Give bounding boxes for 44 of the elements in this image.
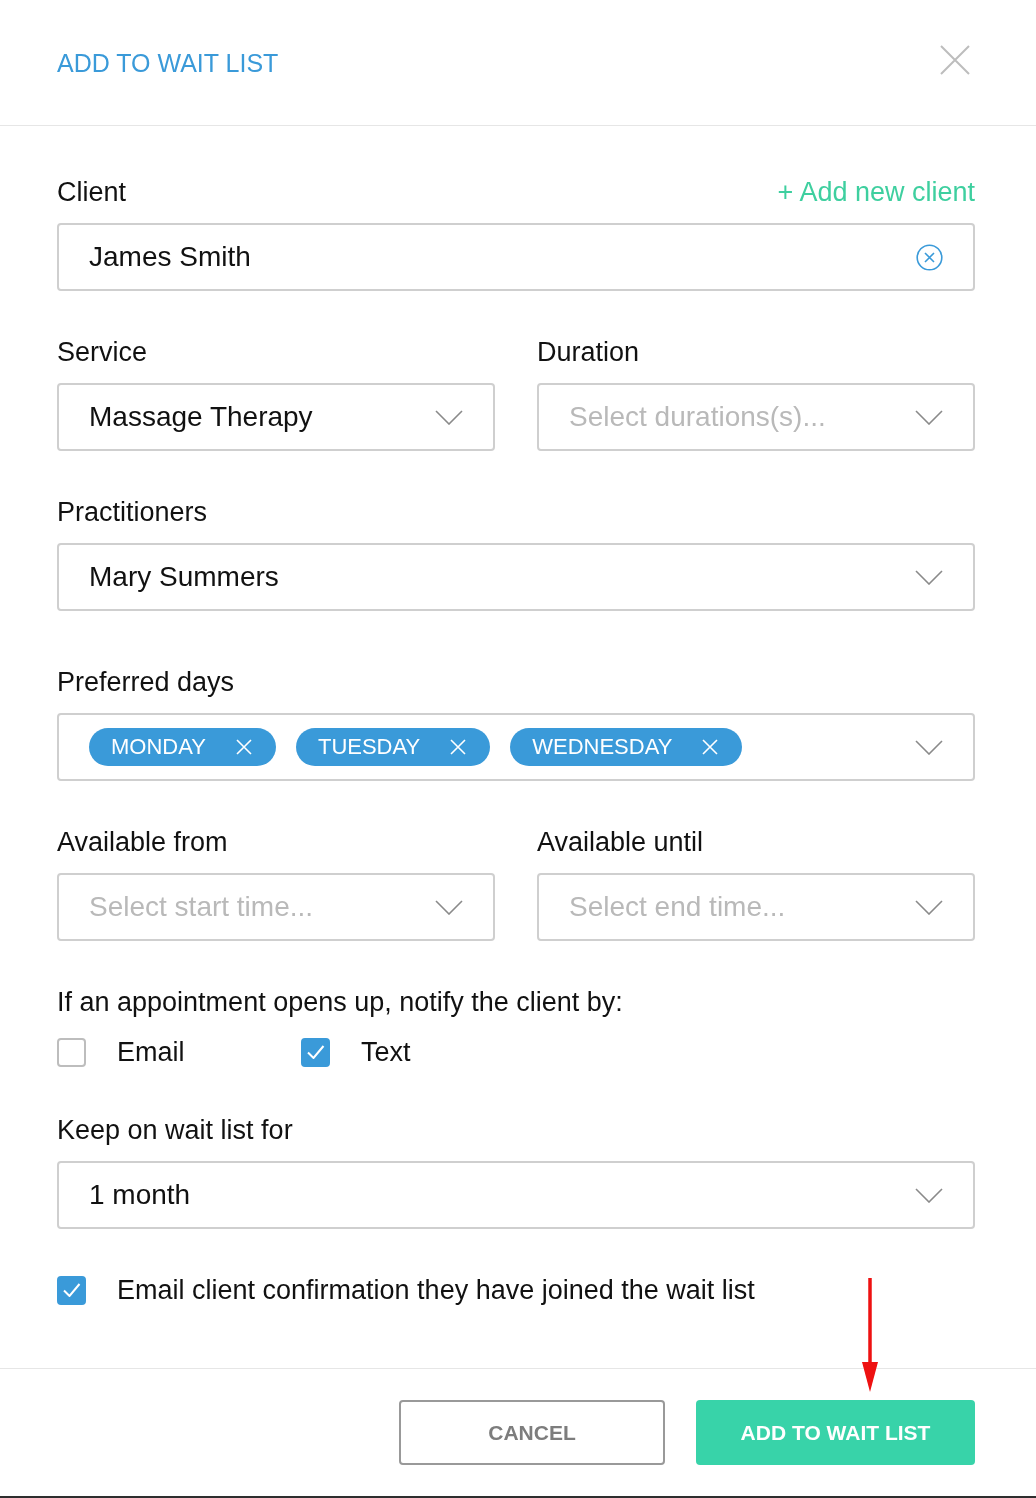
- chevron-down-icon: [915, 409, 943, 425]
- checkbox[interactable]: [57, 1275, 86, 1305]
- end-time-dropdown[interactable]: Select end time...: [537, 873, 975, 941]
- notify-question: If an appointment opens up, notify the client by:: [57, 986, 623, 1019]
- chevron-down-icon: [915, 1187, 943, 1203]
- checkbox-label: Email client confirmation they have joined the wait list: [117, 1274, 755, 1307]
- dialog-title: ADD TO WAIT LIST: [57, 47, 279, 79]
- chevron-down-icon: [915, 739, 943, 755]
- field-label: Keep on wait list for: [57, 1114, 293, 1147]
- chevron-down-icon: [435, 899, 463, 915]
- field-label: Practitioners: [57, 496, 208, 529]
- add-to-wait-list-button[interactable]: ADD TO WAIT LIST: [696, 1400, 975, 1465]
- checkbox-label: Text: [361, 1036, 411, 1069]
- field-label: Available until: [537, 826, 704, 859]
- chevron-down-icon: [435, 409, 463, 425]
- clear-icon[interactable]: [916, 243, 943, 271]
- checkbox-label: Email: [117, 1036, 185, 1069]
- remove-icon[interactable]: [450, 739, 467, 755]
- remove-icon[interactable]: [702, 739, 719, 755]
- chevron-down-icon: [915, 569, 943, 585]
- day-chip-label: TUESDAY: [317, 734, 421, 760]
- day-chip-label: MONDAY: [111, 734, 206, 760]
- day-chip-label: WEDNESDAY: [532, 734, 673, 760]
- cancel-button[interactable]: CANCEL: [399, 1400, 665, 1465]
- field-label: Service: [57, 336, 148, 369]
- close-icon[interactable]: [940, 44, 970, 75]
- add-new-client-link[interactable]: + Add new client: [777, 174, 975, 210]
- checkmark-icon: [306, 1045, 325, 1059]
- field-label: Duration: [537, 336, 640, 369]
- service-dropdown[interactable]: Massage Therapy: [57, 383, 495, 451]
- checkbox[interactable]: [301, 1037, 330, 1067]
- field-label: Client: [57, 176, 127, 209]
- checkbox[interactable]: [57, 1037, 86, 1067]
- start-time-dropdown[interactable]: Select start time...: [57, 873, 495, 941]
- field-label: Preferred days: [57, 666, 235, 699]
- duration-dropdown[interactable]: Select durations(s)...: [537, 383, 975, 451]
- remove-icon[interactable]: [235, 739, 252, 755]
- chevron-down-icon: [915, 899, 943, 915]
- client-input-field[interactable]: James Smith: [57, 223, 975, 291]
- practitioners-dropdown[interactable]: Mary Summers: [57, 543, 975, 611]
- field-label: Available from: [57, 826, 228, 859]
- preferred-days-field[interactable]: MONDAY TUESDAY WEDNESDAY: [57, 713, 975, 781]
- wait-duration-dropdown[interactable]: 1 month: [57, 1161, 975, 1229]
- checkmark-icon: [62, 1283, 81, 1297]
